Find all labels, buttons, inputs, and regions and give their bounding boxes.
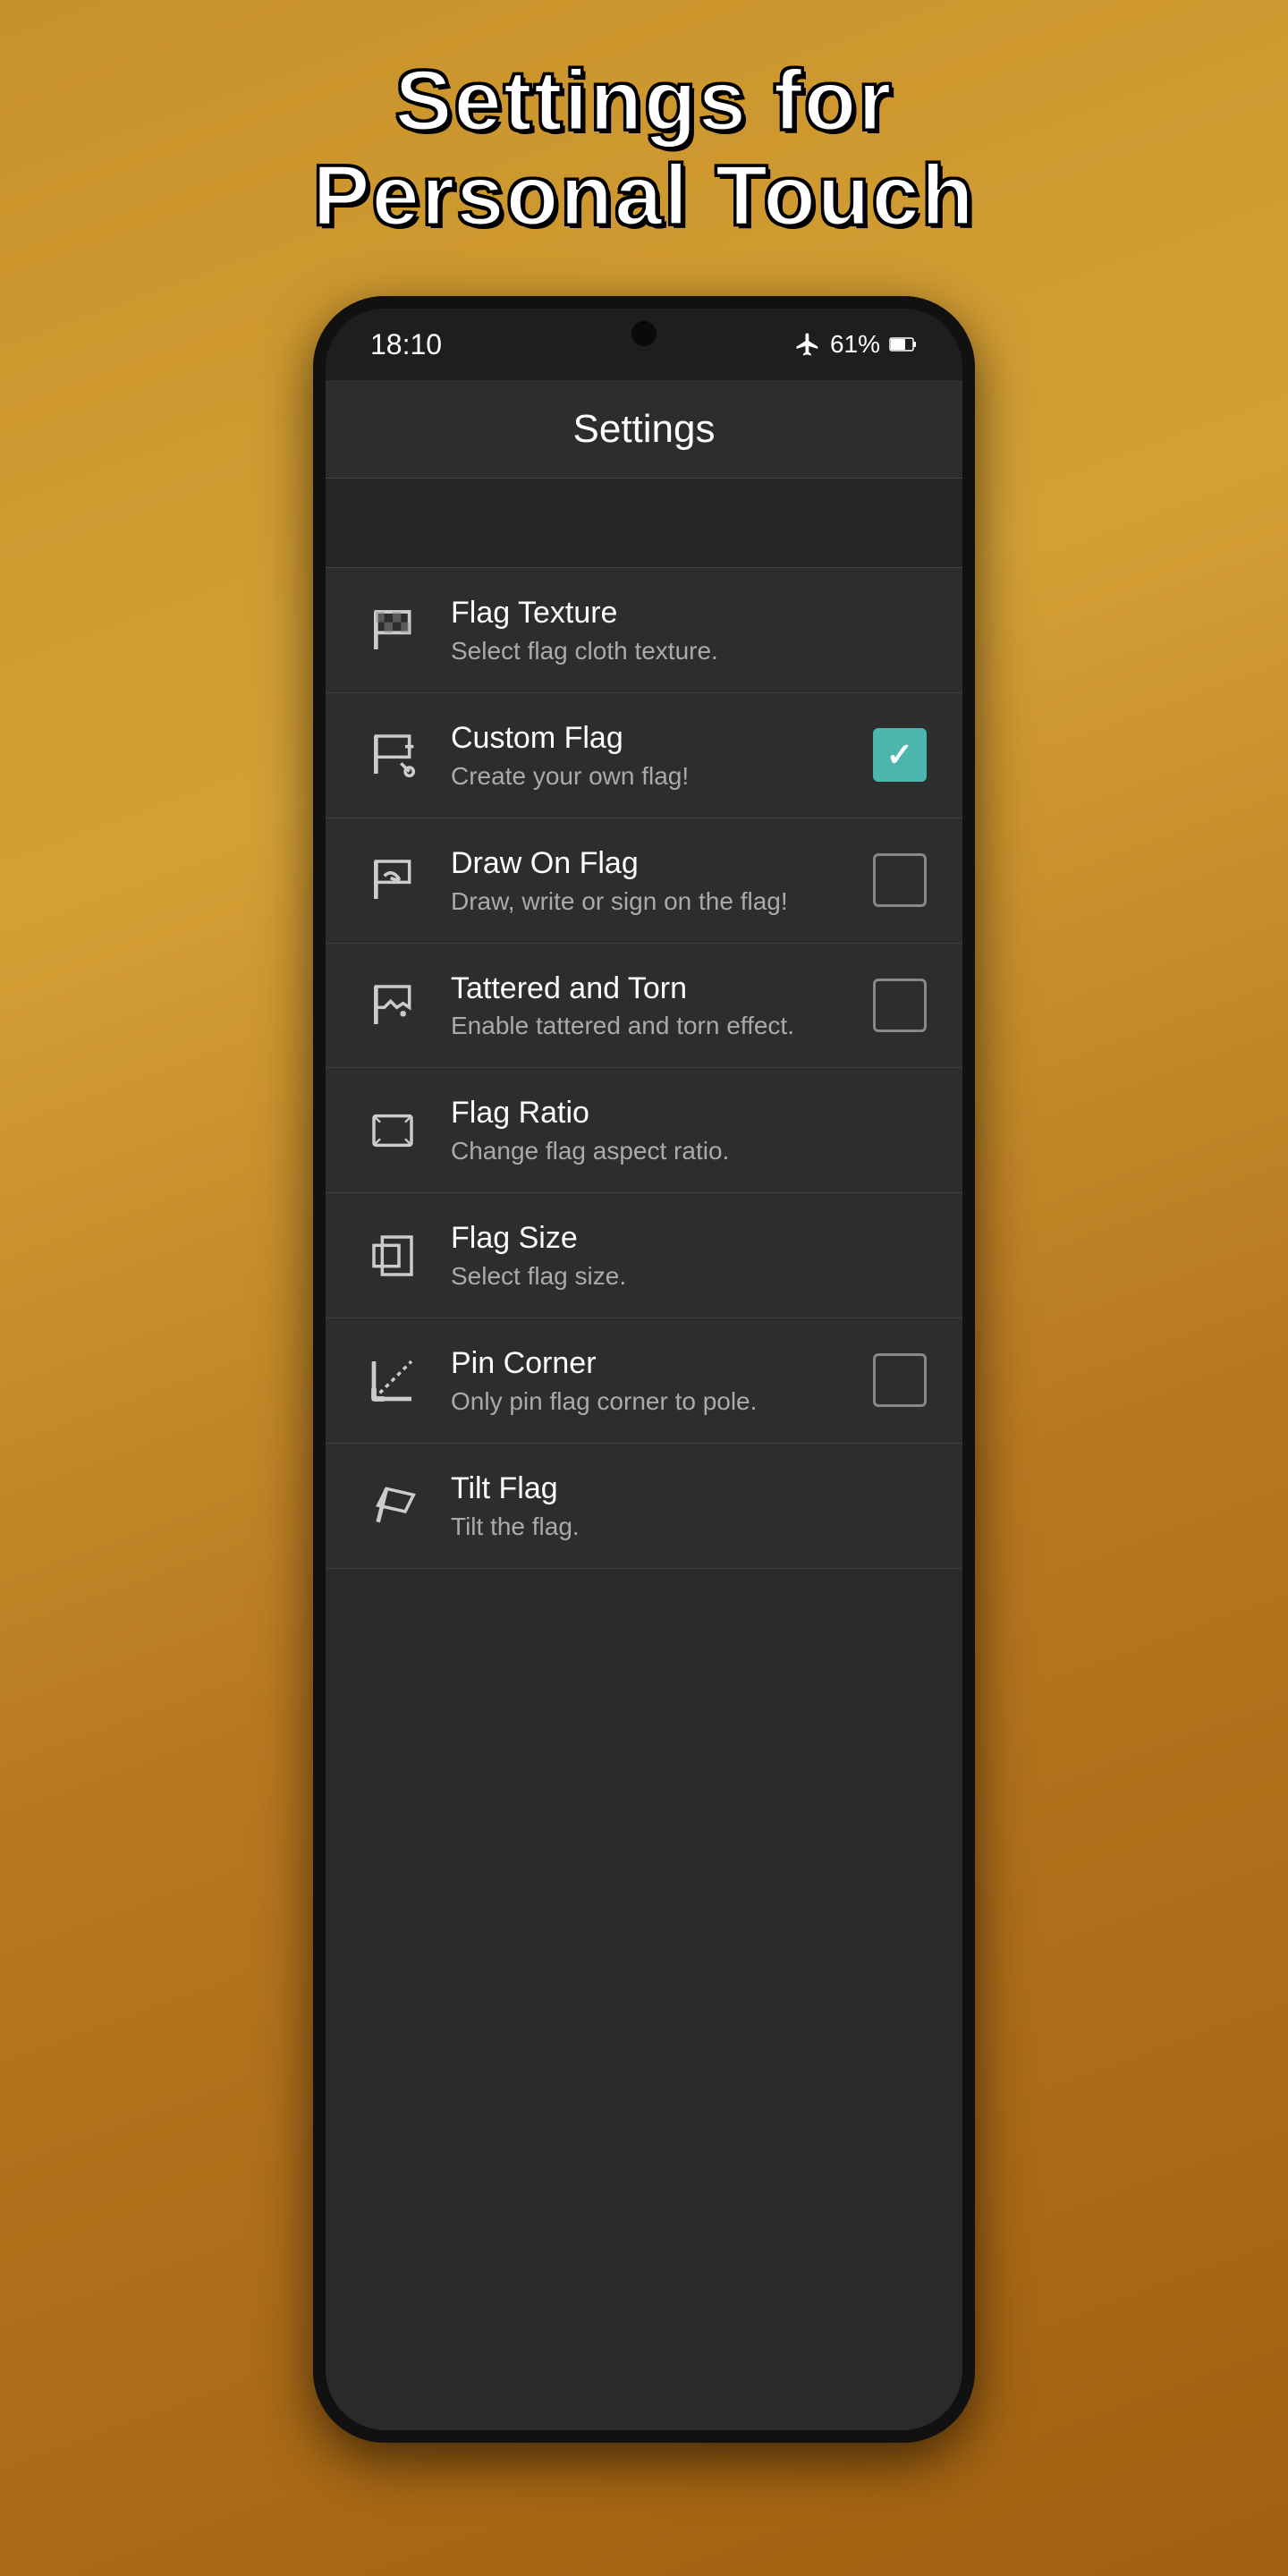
tattered-torn-icon: [361, 974, 424, 1037]
flag-ratio-icon: [361, 1099, 424, 1162]
camera-notch: [631, 321, 657, 346]
settings-item-pin-corner[interactable]: Pin Corner Only pin flag corner to pole.: [326, 1318, 962, 1444]
airplane-icon: [794, 331, 821, 358]
settings-item-custom-flag[interactable]: Custom Flag Create your own flag! ✓: [326, 693, 962, 818]
draw-flag-icon: [361, 849, 424, 911]
settings-list: Flag Texture Select flag cloth texture.: [326, 568, 962, 1568]
app-bar: Settings: [326, 380, 962, 479]
settings-item-flag-texture[interactable]: Flag Texture Select flag cloth texture.: [326, 568, 962, 693]
pin-corner-checkbox[interactable]: [873, 1353, 927, 1407]
draw-on-flag-title: Draw On Flag: [451, 845, 846, 882]
tattered-torn-title: Tattered and Torn: [451, 970, 846, 1007]
custom-flag-subtitle: Create your own flag!: [451, 762, 846, 791]
flag-texture-title: Flag Texture: [451, 595, 927, 631]
page-title: Settings for Personal Touch: [258, 54, 1029, 242]
custom-flag-icon: [361, 724, 424, 786]
draw-on-flag-subtitle: Draw, write or sign on the flag!: [451, 887, 846, 916]
flag-size-title: Flag Size: [451, 1220, 927, 1257]
settings-item-flag-ratio[interactable]: Flag Ratio Change flag aspect ratio.: [326, 1068, 962, 1193]
status-icons: 61%: [794, 330, 918, 359]
custom-flag-checkbox[interactable]: ✓: [873, 728, 927, 782]
tattered-torn-subtitle: Enable tattered and torn effect.: [451, 1012, 846, 1040]
pin-corner-title: Pin Corner: [451, 1345, 846, 1382]
tattered-torn-checkbox[interactable]: [873, 979, 927, 1032]
flag-ratio-subtitle: Change flag aspect ratio.: [451, 1137, 927, 1165]
tilt-flag-icon: [361, 1474, 424, 1537]
flag-texture-subtitle: Select flag cloth texture.: [451, 637, 927, 665]
settings-item-tattered-torn[interactable]: Tattered and Torn Enable tattered and to…: [326, 944, 962, 1069]
tilt-flag-title: Tilt Flag: [451, 1470, 927, 1507]
flag-size-subtitle: Select flag size.: [451, 1262, 927, 1291]
custom-flag-title: Custom Flag: [451, 720, 846, 757]
phone-frame: 18:10 61% Settings: [313, 296, 975, 2443]
flag-size-icon: [361, 1224, 424, 1287]
app-bar-title: Settings: [573, 407, 716, 452]
pin-corner-icon: [361, 1349, 424, 1411]
pin-corner-subtitle: Only pin flag corner to pole.: [451, 1387, 846, 1416]
tilt-flag-subtitle: Tilt the flag.: [451, 1513, 927, 1541]
settings-item-draw-on-flag[interactable]: Draw On Flag Draw, write or sign on the …: [326, 818, 962, 944]
battery-percent: 61%: [830, 330, 880, 359]
draw-on-flag-checkbox[interactable]: [873, 853, 927, 907]
battery-icon: [889, 335, 918, 353]
settings-item-tilt-flag[interactable]: Tilt Flag Tilt the flag.: [326, 1444, 962, 1569]
settings-item-flag-size[interactable]: Flag Size Select flag size.: [326, 1193, 962, 1318]
section-spacer: [326, 479, 962, 568]
flag-ratio-title: Flag Ratio: [451, 1095, 927, 1131]
status-time: 18:10: [370, 328, 442, 361]
flag-texture-icon: [361, 599, 424, 662]
